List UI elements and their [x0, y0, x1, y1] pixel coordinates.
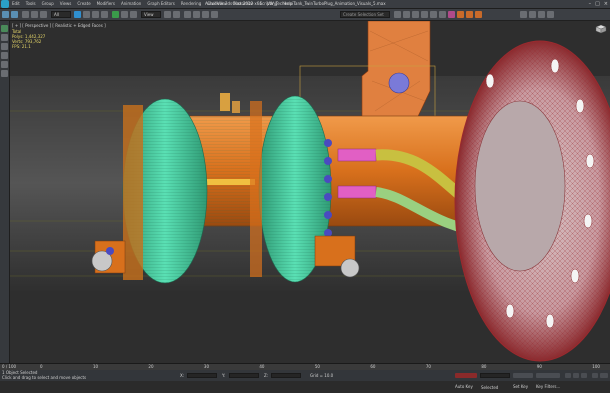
status-bar: 1 Object Selected Click and drag to sele…	[0, 370, 610, 390]
undo-icon[interactable]	[2, 11, 9, 18]
orbit-icon[interactable]	[600, 373, 608, 378]
rotate-icon[interactable]	[121, 11, 128, 18]
key-mode-dropdown[interactable]: Selected	[480, 373, 510, 390]
window-title: Autodesk 3ds Max 2012 x64 VW_TechnoniTan…	[205, 1, 386, 7]
selection-filter-value: All	[54, 12, 59, 17]
communication-center-icon[interactable]	[529, 11, 536, 18]
redo-icon[interactable]	[11, 11, 18, 18]
window-controls: – □ ×	[589, 1, 608, 7]
spinner-snap-icon[interactable]	[211, 11, 218, 18]
selection-region-icon[interactable]	[92, 11, 99, 18]
go-to-end-icon[interactable]	[581, 373, 587, 378]
right-coil-ring	[250, 101, 262, 277]
flange-inner-disc	[474, 100, 566, 272]
menu-item-animation[interactable]: Animation	[121, 1, 141, 7]
reference-coordinate-dropdown[interactable]: View	[141, 11, 161, 18]
percent-snap-icon[interactable]	[202, 11, 209, 18]
menu-item-group[interactable]: Group	[42, 1, 54, 7]
top-clip-2	[232, 101, 240, 113]
bottom-connector	[337, 185, 377, 199]
align-icon[interactable]	[403, 11, 410, 18]
utilities-panel-icon[interactable]	[1, 70, 8, 77]
file-name: VW_TechnoniTank_TwinTurboPlug_Animation_…	[266, 1, 386, 6]
play-icon[interactable]	[573, 373, 579, 378]
manipulate-icon[interactable]	[173, 11, 180, 18]
close-icon[interactable]: ×	[604, 1, 608, 7]
viewport-label[interactable]: [ + ] [ Perspective ] [ Realistic + Edge…	[12, 23, 106, 28]
x-coordinate-field[interactable]	[187, 373, 217, 378]
schematic-view-icon[interactable]	[439, 11, 446, 18]
maximize-icon[interactable]: □	[595, 1, 600, 7]
render-setup-icon[interactable]	[457, 11, 464, 18]
go-to-start-icon[interactable]	[565, 373, 571, 378]
menu-item-create[interactable]: Create	[77, 1, 90, 7]
favorites-icon[interactable]	[538, 11, 545, 18]
bracket-bolt	[388, 72, 410, 94]
key-filters-button[interactable]: Key Filters...	[536, 373, 560, 389]
main-toolbar: All View Create Selection Set	[0, 9, 610, 21]
viewcube-icon[interactable]	[595, 24, 607, 34]
help-icon[interactable]	[547, 11, 554, 18]
angle-snap-icon[interactable]	[193, 11, 200, 18]
scale-icon[interactable]	[130, 11, 137, 18]
create-panel-icon[interactable]	[1, 25, 8, 32]
y-coordinate-field[interactable]	[229, 373, 259, 378]
menu-item-tools[interactable]: Tools	[26, 1, 36, 7]
pivot-center-icon[interactable]	[164, 11, 171, 18]
stats-fps: FPS: 21.1	[12, 44, 31, 49]
x-label: X:	[180, 373, 185, 378]
app-title: Autodesk 3ds Max 2012 x64	[205, 1, 262, 6]
graphite-tools-icon[interactable]	[421, 11, 428, 18]
menu-item-views[interactable]: Views	[60, 1, 72, 7]
reference-coordinate-value: View	[144, 12, 154, 17]
menu-item-edit[interactable]: Edit	[12, 1, 20, 7]
named-selection-placeholder: Create Selection Set	[343, 12, 384, 17]
display-panel-icon[interactable]	[1, 61, 8, 68]
layer-manager-icon[interactable]	[412, 11, 419, 18]
select-link-icon[interactable]	[22, 11, 29, 18]
menu-item-graph-editors[interactable]: Graph Editors	[147, 1, 174, 7]
mirror-icon[interactable]	[394, 11, 401, 18]
select-object-icon[interactable]	[74, 11, 81, 18]
z-label: Z:	[264, 373, 269, 378]
zoom-extents-icon[interactable]	[592, 373, 598, 378]
left-coil-ring	[123, 105, 143, 280]
auto-key-button[interactable]: Auto Key	[455, 373, 477, 389]
lower-wheel	[340, 258, 360, 278]
z-coordinate-field[interactable]	[271, 373, 301, 378]
render-production-icon[interactable]	[475, 11, 482, 18]
window-crossing-icon[interactable]	[101, 11, 108, 18]
prompt-line: Click and drag to select and move object…	[2, 375, 87, 380]
left-command-strip	[0, 21, 10, 363]
scene-render	[10, 21, 610, 363]
top-connector	[337, 148, 377, 162]
bind-space-warp-icon[interactable]	[40, 11, 47, 18]
y-label: Y:	[222, 373, 226, 378]
motion-panel-icon[interactable]	[1, 52, 8, 59]
curve-editor-icon[interactable]	[430, 11, 437, 18]
selection-filter-dropdown[interactable]: All	[51, 11, 71, 18]
minimize-icon[interactable]: –	[589, 1, 592, 7]
material-editor-icon[interactable]	[448, 11, 455, 18]
rendered-frame-icon[interactable]	[466, 11, 473, 18]
modify-panel-icon[interactable]	[1, 34, 8, 41]
perspective-viewport[interactable]	[10, 21, 610, 363]
top-clip	[220, 93, 230, 111]
left-roller-bolt	[106, 247, 114, 255]
info-center-search-icon[interactable]	[520, 11, 527, 18]
unlink-icon[interactable]	[31, 11, 38, 18]
menu-item-rendering[interactable]: Rendering	[181, 1, 201, 7]
move-icon[interactable]	[112, 11, 119, 18]
app-menu-icon[interactable]	[1, 0, 9, 8]
time-slider[interactable]: 0 / 100 0 10 20 30 40 50 60 70 80 90 100	[0, 363, 610, 370]
title-bar: Edit Tools Group Views Create Modifiers …	[0, 0, 610, 9]
grid-size: Grid = 10.0	[310, 373, 334, 378]
named-selection-field[interactable]: Create Selection Set	[340, 11, 390, 18]
viewport-stats: Total Polys: 1,442,327 Verts: 793,762 FP…	[12, 29, 45, 49]
set-key-button[interactable]: Set Key	[513, 373, 533, 389]
select-by-name-icon[interactable]	[83, 11, 90, 18]
snap-toggle-icon[interactable]	[184, 11, 191, 18]
hierarchy-panel-icon[interactable]	[1, 43, 8, 50]
menu-item-modifiers[interactable]: Modifiers	[97, 1, 115, 7]
